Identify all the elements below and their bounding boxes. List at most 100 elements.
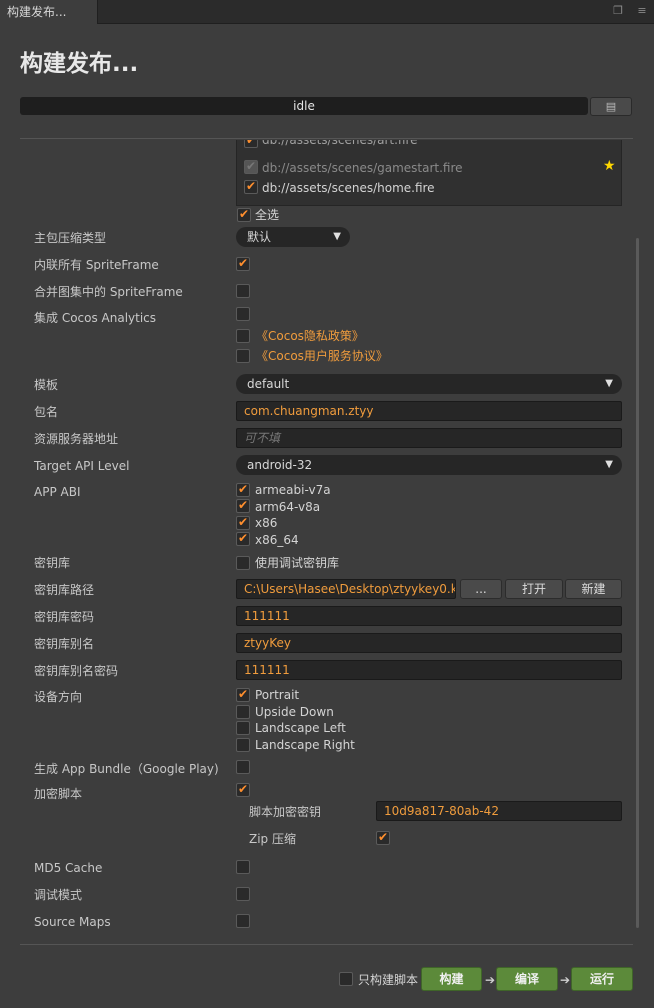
resource-server-input[interactable]: 可不填 xyxy=(236,428,622,448)
divider-bottom xyxy=(20,944,633,945)
zip-compress-label: Zip 压缩 xyxy=(249,832,296,846)
keystore-password-label: 密钥库密码 xyxy=(34,610,95,624)
build-script-only-checkbox[interactable] xyxy=(339,972,353,986)
inline-sprite-label: 内联所有 SpriteFrame xyxy=(34,258,159,272)
keystore-alias-input[interactable]: ztyyKey xyxy=(236,633,622,653)
merge-sprite-checkbox[interactable] xyxy=(236,284,250,298)
keystore-label: 密钥库 xyxy=(34,556,71,570)
scene-checkbox[interactable] xyxy=(244,140,258,148)
select-all-checkbox[interactable] xyxy=(237,207,251,222)
abi-label: x86 xyxy=(255,516,278,530)
arrow-right-icon: ➔ xyxy=(485,973,496,987)
dropdown-arrow-icon: ▼ xyxy=(605,459,613,470)
orientation-checkbox-portrait[interactable] xyxy=(236,687,250,702)
resource-server-label: 资源服务器地址 xyxy=(34,432,119,446)
analytics-checkbox[interactable] xyxy=(236,307,250,321)
orientation-option-label: Landscape Left xyxy=(255,721,346,735)
open-button[interactable]: 打开 xyxy=(505,579,563,599)
abi-checkbox-armeabi-v7a[interactable] xyxy=(236,482,250,497)
package-name-input[interactable]: com.chuangman.ztyy xyxy=(236,401,622,421)
target-api-label: Target API Level xyxy=(34,459,130,473)
analytics-label: 集成 Cocos Analytics xyxy=(34,311,157,325)
orientation-checkbox-landscape-right[interactable] xyxy=(236,738,250,752)
build-progress-bar: idle xyxy=(20,97,588,115)
scrollbar[interactable] xyxy=(636,238,639,928)
compress-type-select[interactable]: 默认 ▼ xyxy=(236,227,350,247)
keystore-path-input[interactable]: C:\Users\Hasee\Desktop\ztyykey0.keystore xyxy=(236,579,456,599)
build-button[interactable]: 构建 xyxy=(421,967,482,991)
alias-password-input[interactable]: 111111 xyxy=(236,660,622,680)
orientation-option-label: Portrait xyxy=(255,688,300,702)
orientation-option-label: Upside Down xyxy=(255,705,334,719)
template-value: default xyxy=(247,377,290,391)
template-select[interactable]: default ▼ xyxy=(236,374,622,394)
browse-button[interactable]: ... xyxy=(460,579,502,599)
keystore-path-label: 密钥库路径 xyxy=(34,583,95,597)
user-agreement-link[interactable]: 《Cocos用户服务协议》 xyxy=(256,348,388,364)
alias-password-label: 密钥库别名密码 xyxy=(34,664,119,678)
open-log-button[interactable]: ▤ xyxy=(590,97,632,116)
scene-path: db://assets/scenes/gamestart.fire xyxy=(262,161,463,175)
zip-compress-checkbox[interactable] xyxy=(376,830,390,845)
abi-checkbox-arm64-v8a[interactable] xyxy=(236,498,250,513)
md5-cache-checkbox[interactable] xyxy=(236,860,250,874)
build-script-only-label: 只构建脚本 xyxy=(358,973,419,987)
abi-checkbox-x86-64[interactable] xyxy=(236,531,250,546)
abi-label: x86_64 xyxy=(255,533,299,547)
inline-sprite-checkbox[interactable] xyxy=(236,256,250,271)
package-name-label: 包名 xyxy=(34,405,59,419)
debug-keystore-label: 使用调试密钥库 xyxy=(255,556,340,570)
merge-sprite-label: 合并图集中的 SpriteFrame xyxy=(34,285,183,299)
debug-keystore-checkbox[interactable] xyxy=(236,556,250,570)
compile-button[interactable]: 编译 xyxy=(496,967,558,991)
compress-type-label: 主包压缩类型 xyxy=(34,231,107,245)
scene-checkbox[interactable] xyxy=(244,159,258,174)
app-bundle-label: 生成 App Bundle（Google Play) xyxy=(34,762,219,776)
orientation-option-label: Landscape Right xyxy=(255,738,355,752)
app-abi-label: APP ABI xyxy=(34,485,81,499)
divider-top xyxy=(20,138,633,139)
encrypt-js-label: 加密脚本 xyxy=(34,787,83,801)
tab-build-publish[interactable]: 构建发布... xyxy=(0,0,98,24)
orientation-checkbox-upside-down[interactable] xyxy=(236,705,250,719)
keystore-alias-label: 密钥库别名 xyxy=(34,637,95,651)
compress-type-value: 默认 xyxy=(247,230,272,244)
arrow-right-icon: ➔ xyxy=(560,973,571,987)
run-button[interactable]: 运行 xyxy=(571,967,633,991)
scene-checkbox[interactable] xyxy=(244,179,258,194)
abi-label: armeabi-v7a xyxy=(255,483,331,497)
page-title: 构建发布... xyxy=(20,51,139,77)
encrypt-js-checkbox[interactable] xyxy=(236,782,250,797)
debug-mode-checkbox[interactable] xyxy=(236,887,250,901)
new-keystore-button[interactable]: 新建 xyxy=(565,579,622,599)
encrypt-key-input[interactable]: 10d9a817-80ab-42 xyxy=(376,801,622,821)
target-api-select[interactable]: android-32 ▼ xyxy=(236,455,622,475)
encrypt-key-label: 脚本加密密钥 xyxy=(249,805,322,819)
star-icon[interactable]: ★ xyxy=(603,158,616,174)
dropdown-arrow-icon: ▼ xyxy=(333,231,341,242)
template-label: 模板 xyxy=(34,378,59,392)
select-all-label: 全选 xyxy=(255,208,280,222)
user-agreement-checkbox[interactable] xyxy=(236,349,250,363)
app-bundle-checkbox[interactable] xyxy=(236,760,250,774)
menu-icon[interactable]: ≡ xyxy=(635,4,649,18)
abi-label: arm64-v8a xyxy=(255,500,321,514)
document-icon: ▤ xyxy=(605,100,617,113)
target-api-value: android-32 xyxy=(247,458,313,472)
md5-cache-label: MD5 Cache xyxy=(34,861,103,875)
source-maps-label: Source Maps xyxy=(34,915,111,929)
abi-checkbox-x86[interactable] xyxy=(236,515,250,530)
keystore-password-input[interactable]: 111111 xyxy=(236,606,622,626)
privacy-policy-checkbox[interactable] xyxy=(236,329,250,343)
scene-path: db://assets/scenes/art.fire xyxy=(262,140,418,147)
popout-icon[interactable]: ❐ xyxy=(611,4,625,18)
orientation-checkbox-landscape-left[interactable] xyxy=(236,721,250,735)
privacy-policy-link[interactable]: 《Cocos隐私政策》 xyxy=(256,328,364,344)
scene-list[interactable]: db://assets/scenes/art.fire db://assets/… xyxy=(236,140,622,206)
debug-mode-label: 调试模式 xyxy=(34,888,83,902)
tab-strip xyxy=(0,0,654,24)
source-maps-checkbox[interactable] xyxy=(236,914,250,928)
orientation-label: 设备方向 xyxy=(34,690,83,704)
scene-path: db://assets/scenes/home.fire xyxy=(262,181,435,195)
dropdown-arrow-icon: ▼ xyxy=(605,378,613,389)
